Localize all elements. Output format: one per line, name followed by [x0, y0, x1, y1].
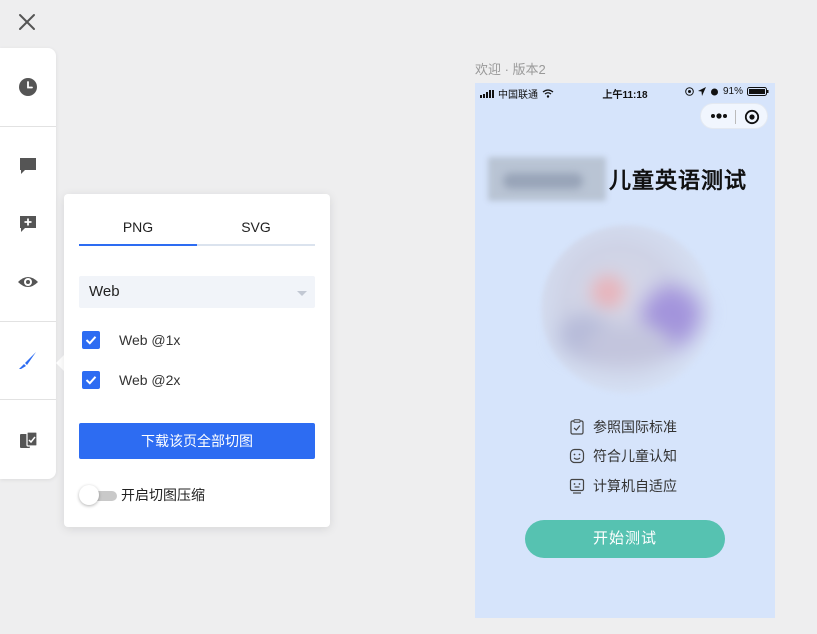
- feature-list: 参照国际标准 符合儿童认知 计算机自适应: [569, 412, 749, 501]
- side-toolbar: [0, 48, 56, 479]
- export-panel: PNG SVG Web Web @1x Web @2x 下载该页全部切图 开启切…: [64, 194, 330, 527]
- add-annotation-button[interactable]: [16, 212, 40, 236]
- capsule-divider: [735, 110, 736, 124]
- cards-icon: [20, 431, 38, 448]
- compress-toggle-row: 开启切图压缩: [79, 485, 205, 505]
- scale-option-1x: Web @1x: [82, 330, 180, 350]
- preview-button[interactable]: [16, 270, 40, 294]
- at-sign-icon: [685, 87, 694, 96]
- add-comment-icon: [20, 216, 36, 232]
- miniprogram-capsule: [700, 103, 768, 129]
- status-bar-right: 91%: [685, 86, 769, 97]
- checkbox-web-1x[interactable]: [82, 331, 100, 349]
- artboard-phone-screen[interactable]: 中国联通 上午11:18 91% 儿童英语测试 参照国际标准 符合儿童认知 计算…: [475, 83, 775, 618]
- slice-export-button[interactable]: [16, 348, 40, 372]
- location-arrow-icon: [697, 87, 706, 96]
- assets-button[interactable]: [16, 428, 40, 452]
- toolbar-divider: [0, 321, 56, 322]
- compress-toggle-label: 开启切图压缩: [121, 487, 205, 503]
- feature-item: 计算机自适应: [569, 471, 749, 501]
- tab-svg[interactable]: SVG: [197, 208, 315, 246]
- artboard-title[interactable]: 欢迎 · 版本2: [475, 59, 546, 78]
- hero-illustration: [541, 225, 713, 393]
- close-icon: [19, 14, 35, 30]
- feature-label: 计算机自适应: [593, 477, 677, 494]
- page-title: 儿童英语测试: [609, 168, 748, 193]
- more-button[interactable]: [709, 109, 729, 123]
- checkmark-icon: [85, 336, 97, 345]
- blurred-logo-text: [503, 173, 583, 189]
- close-button[interactable]: [16, 11, 38, 33]
- platform-select-value: Web: [89, 283, 120, 300]
- active-tool-pointer: [56, 355, 64, 371]
- active-tab-indicator: [79, 244, 197, 246]
- tab-png[interactable]: PNG: [79, 208, 197, 246]
- battery-percent: 91%: [722, 86, 743, 97]
- knife-icon: [19, 352, 36, 369]
- computer-face-icon: [569, 478, 585, 494]
- scale-label: Web @1x: [119, 332, 181, 348]
- scale-label: Web @2x: [119, 372, 181, 388]
- chevron-down-icon: [297, 291, 307, 296]
- feature-label: 符合儿童认知: [593, 448, 677, 465]
- eye-icon: [18, 277, 38, 287]
- feature-label: 参照国际标准: [593, 418, 677, 435]
- feature-item: 符合儿童认知: [569, 442, 749, 472]
- platform-select[interactable]: Web: [79, 276, 315, 308]
- start-test-button[interactable]: 开始测试: [525, 520, 725, 558]
- checkbox-web-2x[interactable]: [82, 371, 100, 389]
- scale-option-2x: Web @2x: [82, 370, 180, 390]
- battery-icon: [747, 87, 769, 96]
- exit-button[interactable]: [742, 107, 762, 127]
- clock-icon: [19, 78, 37, 96]
- toolbar-divider: [0, 126, 56, 127]
- more-dots-icon: [711, 113, 727, 119]
- comment-icon: [20, 158, 36, 174]
- smile-face-icon: [569, 449, 585, 464]
- feature-item: 参照国际标准: [569, 412, 749, 442]
- format-tabs: PNG SVG: [79, 208, 315, 246]
- toggle-knob: [79, 485, 99, 505]
- comments-button[interactable]: [16, 154, 40, 178]
- alarm-icon: [710, 88, 718, 96]
- target-icon: [744, 109, 760, 125]
- status-bar: 中国联通 上午11:18 91%: [475, 83, 775, 101]
- history-button[interactable]: [16, 75, 40, 99]
- toolbar-divider: [0, 399, 56, 400]
- compress-toggle[interactable]: [79, 485, 117, 505]
- clipboard-check-icon: [570, 419, 584, 435]
- download-all-slices-button[interactable]: 下载该页全部切图: [79, 423, 315, 459]
- checkmark-icon: [85, 376, 97, 385]
